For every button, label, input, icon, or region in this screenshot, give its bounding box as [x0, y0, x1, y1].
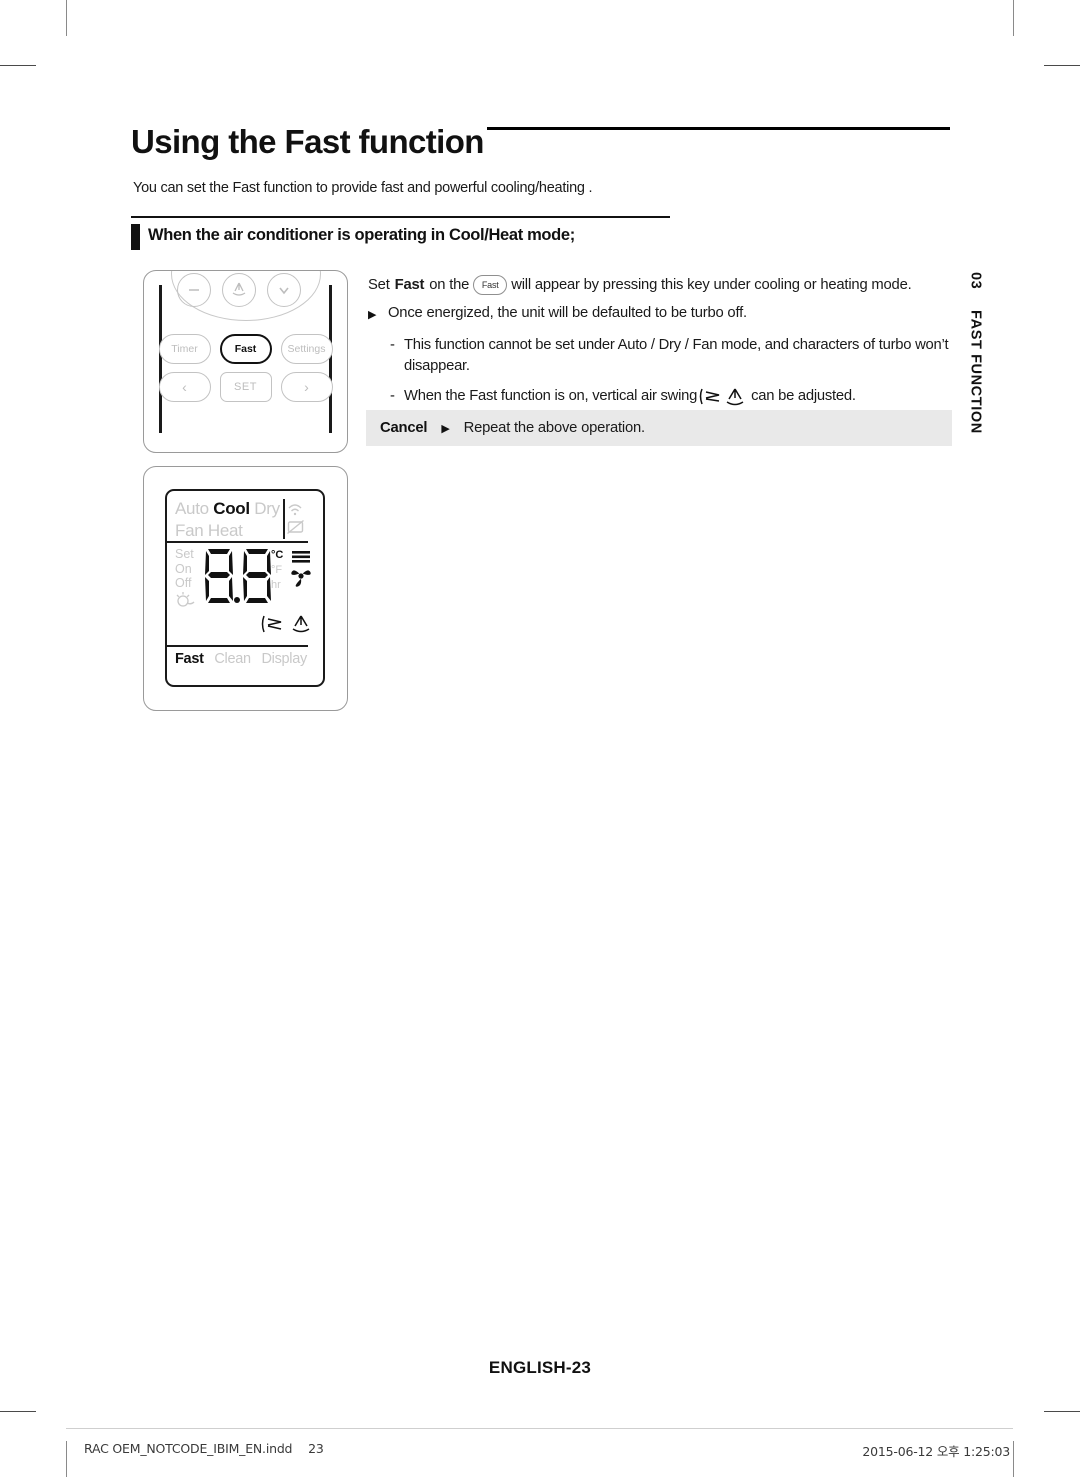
lcd-fanspeed-icons [291, 551, 311, 587]
down-button[interactable] [267, 273, 301, 307]
horizontal-swing-icon [261, 615, 282, 633]
footer-file-info: RAC OEM_NOTCODE_IBIM_EN.indd 23 [84, 1441, 324, 1456]
instruction-dash-item-2: - When the Fast function is on, vertical… [390, 386, 954, 407]
lcd-mode-dry: Dry [254, 499, 280, 518]
chapter-side-tab-text: 03 FAST FUNCTION [967, 272, 984, 434]
main-line-part1: Set [368, 277, 390, 293]
display-off-icon [287, 519, 304, 535]
wifi-icon [288, 504, 302, 516]
footer-file-name: RAC OEM_NOTCODE_IBIM_EN.indd [84, 1441, 293, 1456]
minus-icon [189, 289, 199, 291]
lcd-seven-segment-digits [205, 549, 271, 603]
main-line-part2: on the [429, 277, 470, 293]
lcd-unit-celsius: °C [271, 549, 284, 561]
air-swing-icon [232, 282, 246, 296]
subsection-rule [131, 216, 670, 218]
chevron-down-icon [279, 287, 289, 295]
lcd-status-icons [285, 498, 315, 542]
title-rule [487, 127, 950, 130]
lcd-airswing-icons [261, 615, 310, 633]
bullet-text: Once energized, the unit will be default… [388, 305, 747, 321]
subsection-title: When the air conditioner is operating in… [148, 226, 575, 244]
lcd-rule-bottom [167, 645, 308, 647]
horizontal-swing-icon [699, 388, 720, 405]
settings-button[interactable]: Settings [280, 334, 333, 364]
lcd-label-set: Set [175, 547, 194, 561]
remote-keypad-illustration: Timer Fast Settings ‹ SET › [143, 270, 348, 453]
footer-page-number: 23 [308, 1441, 324, 1456]
sleep-mode-icon [176, 591, 195, 607]
lcd-timer-labels: Set On Off [175, 547, 197, 612]
power-swing-button[interactable] [222, 273, 256, 307]
dash-marker-1: - [390, 337, 395, 353]
set-button[interactable]: SET [219, 372, 272, 402]
vertical-swing-icon [292, 615, 310, 633]
fan-level-bars-icon [292, 551, 310, 563]
left-arrow-button[interactable]: ‹ [158, 372, 211, 402]
lcd-bottom-row: Fast Clean Display [175, 651, 314, 667]
inline-airswing-icons [698, 386, 750, 406]
chapter-side-tab: 03 FAST FUNCTION [958, 272, 992, 447]
lcd-decimal-point [234, 597, 240, 603]
lcd-icon-group [287, 504, 304, 535]
lcd-mode-fan: Fan [175, 521, 204, 540]
lcd-label-clean: Clean [214, 651, 251, 667]
instruction-body: Set Fast on the Fast will appear by pres… [368, 274, 954, 407]
subsection-bar-marker [131, 224, 140, 250]
cancel-text: Repeat the above operation. [463, 420, 646, 436]
main-line-part3: will appear by pressing this key under c… [511, 277, 912, 293]
instruction-dash-item-1: - This function cannot be set under Auto… [390, 335, 954, 377]
remote-lcd-illustration: Auto Cool Dry Fan Heat Set On Off °C °F … [143, 466, 348, 711]
dash-text-2-after: can be adjusted. [751, 388, 856, 404]
main-line-bold: Fast [394, 277, 425, 293]
lcd-unit-hour: hr [271, 579, 281, 591]
fan-icon [291, 570, 311, 587]
lcd-screen: Auto Cool Dry Fan Heat Set On Off °C °F … [165, 489, 325, 687]
footer-rule [66, 1428, 1013, 1429]
triangle-marker-icon: ▶ [368, 309, 377, 321]
lcd-label-off: Off [175, 576, 192, 590]
lcd-rule-top [167, 541, 308, 543]
footer-timestamp: 2015-06-12 오후 1:25:03 [862, 1444, 1010, 1459]
dash-text-2: When the Fast function is on, vertical a… [404, 386, 954, 407]
right-arrow-button[interactable]: › [280, 372, 333, 402]
intro-paragraph: You can set the Fast function to provide… [133, 180, 593, 196]
chapter-number: 03 [967, 272, 984, 290]
lcd-label-fast: Fast [175, 651, 204, 667]
dash-text-2-before: When the Fast function is on, vertical a… [404, 388, 698, 404]
page-title: Using the Fast function [131, 123, 484, 160]
lcd-label-display: Display [261, 651, 307, 667]
lcd-mode-rows: Auto Cool Dry Fan Heat [175, 498, 315, 542]
page-number: ENGLISH-23 [488, 1358, 592, 1377]
lcd-middle-area: Set On Off °C °F hr [175, 547, 319, 642]
lcd-mode-cool: Cool [213, 499, 250, 518]
dash-text-1: This function cannot be set under Auto /… [404, 337, 949, 374]
lcd-mode-auto: Auto [175, 499, 209, 518]
vertical-swing-icon [726, 388, 744, 406]
lcd-mode-heat: Heat [207, 521, 243, 540]
cancel-instruction-strip: Cancel ▶ Repeat the above operation. [366, 410, 952, 446]
cancel-label: Cancel [380, 420, 428, 436]
minus-button[interactable] [177, 273, 211, 307]
remote-set-row: ‹ SET › [144, 372, 347, 402]
instruction-bullet: ▶ Once energized, the unit will be defau… [368, 303, 954, 326]
lcd-unit-fahrenheit: °F [271, 564, 283, 576]
chapter-name: FAST FUNCTION [967, 309, 984, 434]
timer-button[interactable]: Timer [158, 334, 211, 364]
manual-page: Using the Fast function You can set the … [0, 0, 1080, 1477]
lcd-unit-labels: °C °F hr [271, 548, 283, 593]
airswing-icon-pair [699, 388, 744, 406]
instruction-main-line: Set Fast on the Fast will appear by pres… [368, 274, 954, 296]
cancel-triangle-marker-icon: ▶ [441, 422, 450, 435]
lcd-label-on: On [175, 561, 192, 576]
remote-function-row: Timer Fast Settings [144, 334, 347, 364]
fast-button[interactable]: Fast [219, 334, 272, 364]
inline-fast-button-icon: Fast [473, 275, 508, 295]
dash-marker-2: - [390, 388, 395, 404]
